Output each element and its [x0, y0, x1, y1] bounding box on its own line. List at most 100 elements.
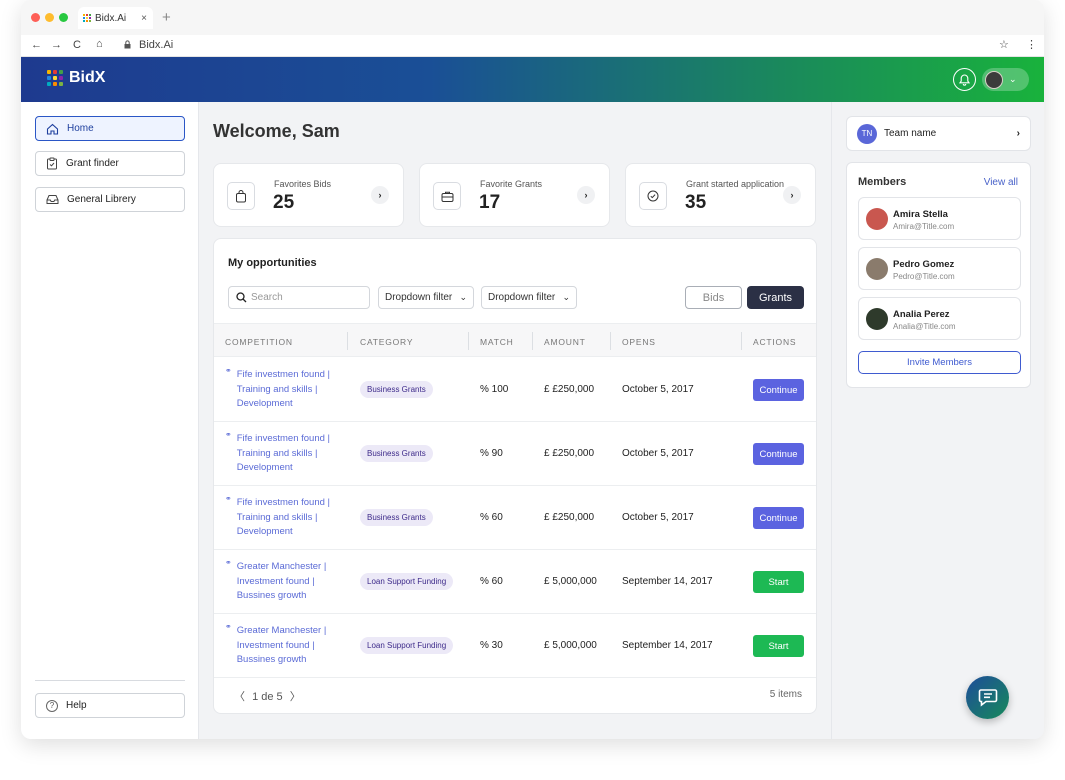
reload-icon[interactable]: C	[73, 39, 81, 51]
chevron-right-icon: ›	[1016, 128, 1020, 139]
chevron-right-icon[interactable]: ›	[783, 186, 801, 204]
avatar	[866, 258, 888, 280]
help-button[interactable]: ? Help	[35, 693, 185, 718]
member-card[interactable]: Pedro Gomez Pedro@Title.com	[858, 247, 1021, 290]
sidebar: Home Grant finder General Librery ? Help	[21, 102, 199, 739]
tab-favicon-icon	[83, 14, 91, 22]
browser-window: Bidx.Ai × + ← → C ⌂ Bidx.Ai ☆ ⋮ BidX ⌄ H…	[21, 0, 1044, 739]
table-row: ⚭ Fife investmen found | Training and ski…	[214, 358, 816, 422]
link-icon: ⚭	[225, 366, 232, 375]
member-email: Pedro@Title.com	[893, 272, 955, 281]
forward-icon[interactable]: →	[51, 39, 62, 51]
brand-logo[interactable]: BidX	[47, 69, 105, 87]
new-tab-icon[interactable]: +	[162, 9, 171, 26]
team-avatar: TN	[857, 123, 877, 144]
member-card[interactable]: Analia Perez Analia@Title.com	[858, 297, 1021, 340]
right-panel: TN Team name › Members View all Amira St…	[831, 102, 1044, 739]
sidebar-item-grant-finder[interactable]: Grant finder	[35, 151, 185, 176]
competition-link[interactable]: ⚭ Greater Manchester | Investment found |…	[225, 622, 340, 668]
table-row: ⚭ Greater Manchester | Investment found |…	[214, 550, 816, 614]
column-header-category[interactable]: CATEGORY	[360, 337, 413, 347]
competition-link[interactable]: ⚭ Greater Manchester | Investment found |…	[225, 558, 340, 604]
amount-value: £ 5,000,000	[544, 576, 597, 587]
invite-members-button[interactable]: Invite Members	[858, 351, 1021, 374]
category-badge: Business Grants	[360, 445, 433, 462]
member-name: Amira Stella	[893, 209, 948, 220]
chevron-right-icon[interactable]: 〉	[290, 691, 301, 703]
dropdown-filter-1[interactable]: Dropdown filter ⌄	[378, 286, 474, 309]
stat-label: Favorites Bids	[274, 179, 332, 189]
close-window-dot[interactable]	[31, 13, 40, 22]
tab-close-icon[interactable]: ×	[141, 13, 147, 24]
brand-name: BidX	[69, 69, 106, 86]
column-header-competition[interactable]: COMPETITION	[225, 337, 293, 347]
page-indicator: 1 de 5	[252, 691, 283, 703]
match-value: % 100	[480, 384, 509, 395]
help-label: Help	[66, 700, 87, 711]
start-button[interactable]: Start	[753, 571, 804, 593]
bookmark-star-icon[interactable]: ☆	[999, 38, 1009, 51]
category-badge: Loan Support Funding	[360, 637, 454, 654]
search-icon	[236, 292, 247, 303]
amount-value: £ £250,000	[544, 512, 595, 523]
top-navbar: BidX ⌄	[21, 57, 1044, 102]
team-selector[interactable]: TN Team name ›	[846, 116, 1031, 151]
link-icon: ⚭	[225, 622, 232, 631]
sidebar-divider	[35, 680, 185, 681]
sidebar-item-home[interactable]: Home	[35, 116, 185, 141]
clipboard-icon	[47, 157, 57, 170]
user-menu-button[interactable]: ⌄	[982, 68, 1029, 91]
continue-button[interactable]: Continue	[753, 379, 804, 401]
opens-date: October 5, 2017	[622, 384, 694, 395]
url-field[interactable]: Bidx.Ai	[139, 39, 173, 51]
stat-card-favorites-bids[interactable]: Favorites Bids 25 ›	[213, 163, 404, 227]
bell-icon[interactable]	[953, 68, 976, 91]
sidebar-item-label: Grant finder	[66, 158, 119, 169]
back-icon[interactable]: ←	[31, 39, 42, 51]
help-icon: ?	[46, 699, 58, 712]
dropdown-filter-2[interactable]: Dropdown filter ⌄	[481, 286, 577, 309]
chevron-left-icon[interactable]: 〈	[234, 691, 245, 703]
column-header-opens[interactable]: OPENS	[622, 337, 656, 347]
maximize-window-dot[interactable]	[59, 13, 68, 22]
category-badge: Business Grants	[360, 381, 433, 398]
column-header-match[interactable]: MATCH	[480, 337, 514, 347]
chevron-right-icon[interactable]: ›	[577, 186, 595, 204]
competition-link[interactable]: ⚭ Fife investmen found | Training and ski…	[225, 430, 340, 476]
toggle-bids-button[interactable]: Bids	[685, 286, 742, 309]
chevron-right-icon[interactable]: ›	[371, 186, 389, 204]
address-bar: ← → C ⌂ Bidx.Ai ☆ ⋮	[21, 35, 1044, 57]
competition-link[interactable]: ⚭ Fife investmen found | Training and ski…	[225, 366, 340, 412]
competition-text: Fife investmen found | Training and skil…	[236, 433, 330, 473]
stat-card-favorite-grants[interactable]: Favorite Grants 17 ›	[419, 163, 610, 227]
home-icon	[46, 123, 59, 135]
column-header-amount[interactable]: AMOUNT	[544, 337, 586, 347]
member-card[interactable]: Amira Stella Amira@Title.com	[858, 197, 1021, 240]
competition-link[interactable]: ⚭ Fife investmen found | Training and ski…	[225, 494, 340, 540]
stat-card-grant-started[interactable]: Grant started application 35 ›	[625, 163, 816, 227]
continue-button[interactable]: Continue	[753, 443, 804, 465]
inbox-icon	[46, 195, 59, 204]
table-header: COMPETITION CATEGORY MATCH AMOUNT OPENS …	[214, 323, 816, 357]
minimize-window-dot[interactable]	[45, 13, 54, 22]
continue-button[interactable]: Continue	[753, 507, 804, 529]
view-all-link[interactable]: View all	[984, 177, 1018, 188]
table-row: ⚭ Fife investmen found | Training and ski…	[214, 422, 816, 486]
start-button[interactable]: Start	[753, 635, 804, 657]
category-badge: Business Grants	[360, 509, 433, 526]
member-name: Analia Perez	[893, 309, 950, 320]
amount-value: £ 5,000,000	[544, 640, 597, 651]
stat-value: 25	[273, 192, 295, 213]
sidebar-item-general-librery[interactable]: General Librery	[35, 187, 185, 212]
toggle-grants-button[interactable]: Grants	[747, 286, 804, 309]
browser-tab[interactable]: Bidx.Ai ×	[78, 7, 153, 29]
check-circle-icon	[639, 182, 667, 210]
chat-button[interactable]	[966, 676, 1009, 719]
home-nav-icon[interactable]: ⌂	[96, 38, 103, 50]
main-content: Welcome, Sam Favorites Bids 25 › Favorit…	[199, 102, 831, 739]
browser-menu-icon[interactable]: ⋮	[1026, 38, 1037, 51]
chevron-down-icon: ⌄	[1009, 74, 1017, 84]
sidebar-item-label: Home	[67, 123, 94, 134]
app: BidX ⌄ Home Grant finder General Librery	[21, 57, 1044, 739]
search-input[interactable]: Search	[228, 286, 370, 309]
